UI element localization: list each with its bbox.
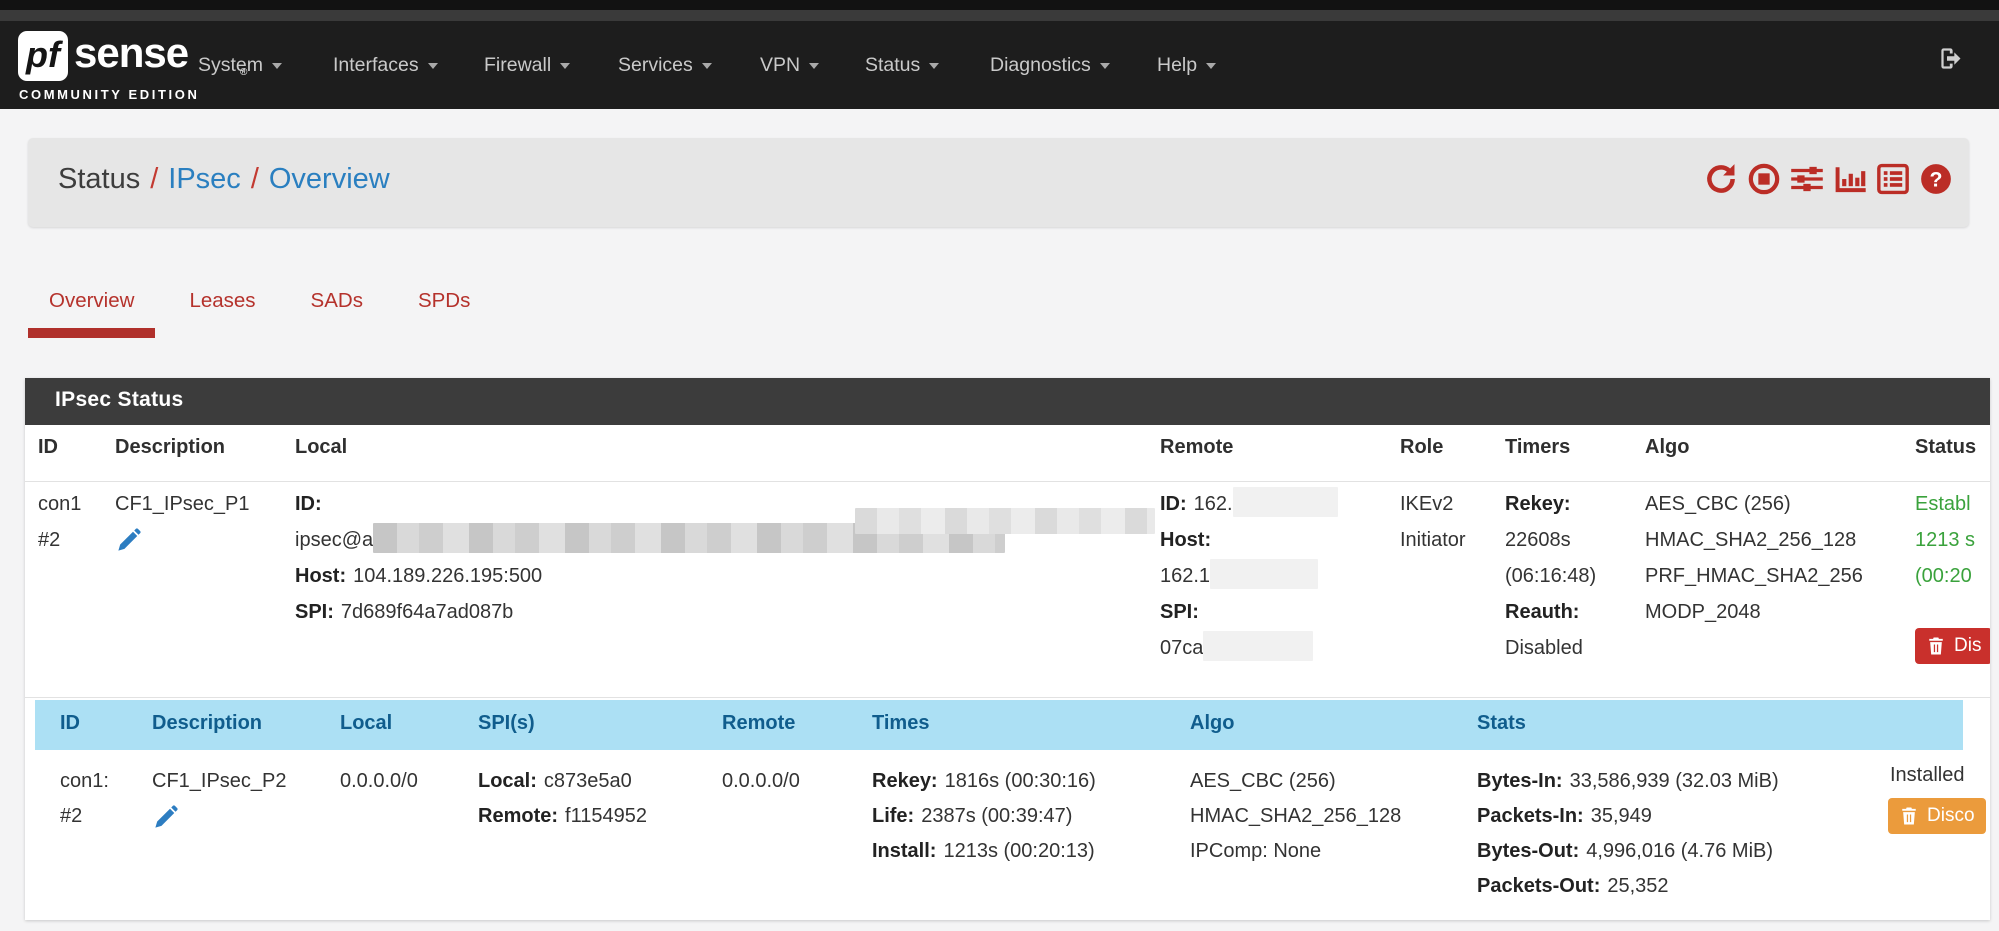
col-header-id: ID [38, 436, 58, 459]
ipsec-status-panel: IPsec Status ID Description Local Remote… [25, 378, 1990, 920]
child-row-id: con1: #2 [60, 764, 109, 834]
child-col-remote: Remote [722, 712, 795, 735]
col-header-local: Local [295, 436, 347, 459]
child-sa-header-bar [35, 700, 1963, 750]
divider [25, 481, 1990, 482]
redacted-blur [1203, 631, 1313, 661]
ike-row-algo: AES_CBC (256) HMAC_SHA2_256_128 PRF_HMAC… [1645, 486, 1863, 630]
panel-title: IPsec Status [55, 388, 184, 412]
nav-item-help[interactable]: Help [1157, 51, 1216, 79]
breadcrumb-page-overview[interactable]: Overview [269, 163, 390, 195]
nav-item-firewall[interactable]: Firewall [484, 51, 570, 79]
panel-header: IPsec Status [25, 378, 1990, 425]
chevron-down-icon [272, 63, 282, 69]
child-row-local: 0.0.0.0/0 [340, 764, 418, 799]
child-row-algo: AES_CBC (256) HMAC_SHA2_256_128 IPComp: … [1190, 764, 1401, 869]
breadcrumb-bar: Status / IPsec / Overview [28, 138, 1969, 227]
ike-row-local: ID: ipsec@a Host:104.189.226.195:500 SPI… [295, 486, 1005, 630]
window-title-strip [0, 10, 1999, 21]
ike-row-status: Establ 1213 s (00:20 [1915, 486, 1975, 594]
chevron-down-icon [1100, 63, 1110, 69]
bar-chart-icon[interactable] [1833, 162, 1867, 196]
breadcrumb-link-ipsec[interactable]: IPsec [168, 163, 241, 195]
ike-row-remote: ID:162. Host: 162.1 SPI: 07ca [1160, 486, 1338, 666]
edit-pencil-icon[interactable] [152, 804, 179, 831]
child-col-local: Local [340, 712, 392, 735]
chevron-down-icon [1206, 63, 1216, 69]
nav-item-vpn[interactable]: VPN [760, 51, 819, 79]
breadcrumb: Status / IPsec / Overview [58, 163, 390, 196]
nav-item-diagnostics[interactable]: Diagnostics [990, 51, 1110, 79]
ike-row-description: CF1_IPsec_P1 [115, 486, 250, 566]
sign-out-icon[interactable] [1938, 45, 1965, 72]
breadcrumb-separator: / [150, 163, 158, 195]
child-row-spis: Local:c873e5a0 Remote:f1154952 [478, 764, 647, 834]
ike-row-id: con1 #2 [38, 486, 81, 558]
page-tabs: Overview Leases SADs SPDs [28, 280, 504, 338]
col-header-remote: Remote [1160, 436, 1233, 459]
top-navbar: pf sense ® COMMUNITY EDITION System Inte… [0, 21, 1999, 109]
col-header-role: Role [1400, 436, 1443, 459]
child-row-remote: 0.0.0.0/0 [722, 764, 800, 799]
list-view-icon[interactable] [1876, 162, 1910, 196]
breadcrumb-actions: ? [1704, 162, 1953, 196]
edit-pencil-icon[interactable] [115, 527, 142, 554]
breadcrumb-separator: / [251, 163, 259, 195]
trash-icon [1899, 805, 1919, 827]
chevron-down-icon [560, 63, 570, 69]
child-col-times: Times [872, 712, 929, 735]
breadcrumb-section: Status [58, 163, 140, 195]
filter-sliders-icon[interactable] [1790, 162, 1824, 196]
nav-item-interfaces[interactable]: Interfaces [333, 51, 438, 79]
disconnect-p2-button[interactable]: Disco [1888, 798, 1986, 834]
chevron-down-icon [929, 63, 939, 69]
child-row-status: Installed [1890, 758, 1965, 793]
redacted-blur [1233, 487, 1338, 517]
child-col-algo: Algo [1190, 712, 1234, 735]
community-edition-label: COMMUNITY EDITION [19, 87, 199, 102]
chevron-down-icon [702, 63, 712, 69]
pfsense-logo-mark: pf [18, 31, 68, 81]
refresh-icon[interactable] [1704, 162, 1738, 196]
child-row-description: CF1_IPsec_P2 [152, 764, 287, 843]
child-col-stats: Stats [1477, 712, 1526, 735]
window-top-strip [0, 0, 1999, 10]
ike-row-timers: Rekey: 22608s (06:16:48) Reauth: Disable… [1505, 486, 1596, 666]
tab-overview[interactable]: Overview [28, 280, 155, 338]
svg-text:?: ? [1930, 167, 1943, 191]
child-col-description: Description [152, 712, 262, 735]
redacted-blur [855, 508, 1155, 534]
ike-row-role: IKEv2 Initiator [1400, 486, 1466, 558]
trash-icon [1926, 635, 1946, 657]
chevron-down-icon [428, 63, 438, 69]
child-row-times: Rekey:1816s (00:30:16) Life:2387s (00:39… [872, 764, 1096, 869]
col-header-timers: Timers [1505, 436, 1570, 459]
col-header-description: Description [115, 436, 225, 459]
tab-sads[interactable]: SADs [290, 280, 384, 338]
disconnect-p1-button[interactable]: Dis [1915, 628, 1990, 664]
pfsense-logo-text: sense [74, 29, 188, 77]
nav-item-system[interactable]: System [198, 51, 282, 79]
tab-leases[interactable]: Leases [168, 280, 276, 338]
col-header-status: Status [1915, 436, 1976, 459]
page: pf sense ® COMMUNITY EDITION System Inte… [0, 0, 1999, 931]
col-header-algo: Algo [1645, 436, 1689, 459]
child-row-stats: Bytes-In:33,586,939 (32.03 MiB) Packets-… [1477, 764, 1779, 904]
nav-item-status[interactable]: Status [865, 51, 939, 79]
stop-icon[interactable] [1747, 162, 1781, 196]
tab-spds[interactable]: SPDs [397, 280, 491, 338]
help-icon[interactable]: ? [1919, 162, 1953, 196]
child-col-id: ID [60, 712, 80, 735]
chevron-down-icon [809, 63, 819, 69]
divider [25, 697, 1990, 698]
nav-item-services[interactable]: Services [618, 51, 712, 79]
redacted-blur [1210, 559, 1318, 589]
child-col-spis: SPI(s) [478, 712, 535, 735]
